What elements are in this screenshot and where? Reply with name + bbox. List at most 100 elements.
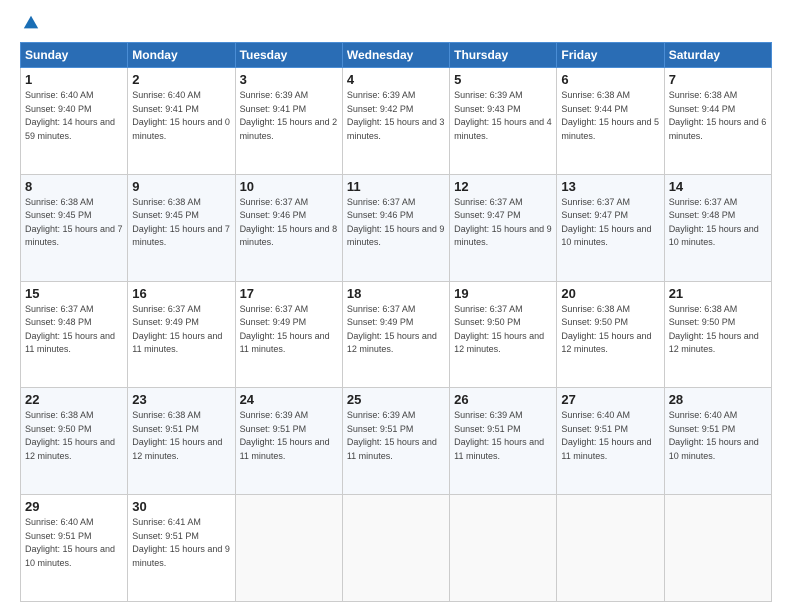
page: Sunday Monday Tuesday Wednesday Thursday… (0, 0, 792, 612)
day-info: Sunrise: 6:40 AMSunset: 9:41 PMDaylight:… (132, 90, 230, 141)
day-info: Sunrise: 6:37 AMSunset: 9:49 PMDaylight:… (132, 304, 222, 355)
day-number: 1 (25, 72, 123, 87)
day-number: 8 (25, 179, 123, 194)
day-info: Sunrise: 6:38 AMSunset: 9:44 PMDaylight:… (669, 90, 767, 141)
day-info: Sunrise: 6:37 AMSunset: 9:50 PMDaylight:… (454, 304, 544, 355)
table-row: 24 Sunrise: 6:39 AMSunset: 9:51 PMDaylig… (235, 388, 342, 495)
day-info: Sunrise: 6:39 AMSunset: 9:51 PMDaylight:… (454, 410, 544, 461)
day-number: 6 (561, 72, 659, 87)
calendar-week-row: 29 Sunrise: 6:40 AMSunset: 9:51 PMDaylig… (21, 495, 772, 602)
col-friday: Friday (557, 43, 664, 68)
table-row: 14 Sunrise: 6:37 AMSunset: 9:48 PMDaylig… (664, 174, 771, 281)
day-info: Sunrise: 6:37 AMSunset: 9:49 PMDaylight:… (347, 304, 437, 355)
table-row: 12 Sunrise: 6:37 AMSunset: 9:47 PMDaylig… (450, 174, 557, 281)
day-number: 5 (454, 72, 552, 87)
day-number: 3 (240, 72, 338, 87)
day-number: 23 (132, 392, 230, 407)
day-number: 25 (347, 392, 445, 407)
day-number: 28 (669, 392, 767, 407)
day-info: Sunrise: 6:38 AMSunset: 9:50 PMDaylight:… (669, 304, 759, 355)
empty-cell (450, 495, 557, 602)
day-number: 13 (561, 179, 659, 194)
table-row: 5 Sunrise: 6:39 AMSunset: 9:43 PMDayligh… (450, 68, 557, 175)
logo-icon (22, 14, 40, 32)
day-number: 11 (347, 179, 445, 194)
day-number: 9 (132, 179, 230, 194)
calendar-week-row: 15 Sunrise: 6:37 AMSunset: 9:48 PMDaylig… (21, 281, 772, 388)
day-info: Sunrise: 6:37 AMSunset: 9:48 PMDaylight:… (669, 197, 759, 248)
table-row: 28 Sunrise: 6:40 AMSunset: 9:51 PMDaylig… (664, 388, 771, 495)
table-row: 10 Sunrise: 6:37 AMSunset: 9:46 PMDaylig… (235, 174, 342, 281)
table-row: 20 Sunrise: 6:38 AMSunset: 9:50 PMDaylig… (557, 281, 664, 388)
day-info: Sunrise: 6:37 AMSunset: 9:47 PMDaylight:… (561, 197, 651, 248)
day-number: 30 (132, 499, 230, 514)
col-monday: Monday (128, 43, 235, 68)
empty-cell (235, 495, 342, 602)
day-info: Sunrise: 6:39 AMSunset: 9:51 PMDaylight:… (240, 410, 330, 461)
day-number: 18 (347, 286, 445, 301)
table-row: 11 Sunrise: 6:37 AMSunset: 9:46 PMDaylig… (342, 174, 449, 281)
col-saturday: Saturday (664, 43, 771, 68)
table-row: 4 Sunrise: 6:39 AMSunset: 9:42 PMDayligh… (342, 68, 449, 175)
day-number: 29 (25, 499, 123, 514)
day-number: 7 (669, 72, 767, 87)
table-row: 30 Sunrise: 6:41 AMSunset: 9:51 PMDaylig… (128, 495, 235, 602)
day-info: Sunrise: 6:40 AMSunset: 9:40 PMDaylight:… (25, 90, 115, 141)
table-row: 17 Sunrise: 6:37 AMSunset: 9:49 PMDaylig… (235, 281, 342, 388)
day-number: 26 (454, 392, 552, 407)
day-info: Sunrise: 6:38 AMSunset: 9:45 PMDaylight:… (132, 197, 230, 248)
day-info: Sunrise: 6:40 AMSunset: 9:51 PMDaylight:… (561, 410, 651, 461)
logo (20, 16, 40, 32)
col-sunday: Sunday (21, 43, 128, 68)
table-row: 7 Sunrise: 6:38 AMSunset: 9:44 PMDayligh… (664, 68, 771, 175)
header (20, 16, 772, 32)
day-info: Sunrise: 6:38 AMSunset: 9:45 PMDaylight:… (25, 197, 123, 248)
day-number: 17 (240, 286, 338, 301)
table-row: 26 Sunrise: 6:39 AMSunset: 9:51 PMDaylig… (450, 388, 557, 495)
day-number: 19 (454, 286, 552, 301)
table-row: 25 Sunrise: 6:39 AMSunset: 9:51 PMDaylig… (342, 388, 449, 495)
table-row: 27 Sunrise: 6:40 AMSunset: 9:51 PMDaylig… (557, 388, 664, 495)
day-number: 21 (669, 286, 767, 301)
table-row: 1 Sunrise: 6:40 AMSunset: 9:40 PMDayligh… (21, 68, 128, 175)
table-row: 21 Sunrise: 6:38 AMSunset: 9:50 PMDaylig… (664, 281, 771, 388)
day-info: Sunrise: 6:38 AMSunset: 9:44 PMDaylight:… (561, 90, 659, 141)
calendar-table: Sunday Monday Tuesday Wednesday Thursday… (20, 42, 772, 602)
day-info: Sunrise: 6:41 AMSunset: 9:51 PMDaylight:… (132, 517, 230, 568)
calendar-week-row: 1 Sunrise: 6:40 AMSunset: 9:40 PMDayligh… (21, 68, 772, 175)
table-row: 18 Sunrise: 6:37 AMSunset: 9:49 PMDaylig… (342, 281, 449, 388)
table-row: 9 Sunrise: 6:38 AMSunset: 9:45 PMDayligh… (128, 174, 235, 281)
day-number: 27 (561, 392, 659, 407)
day-number: 14 (669, 179, 767, 194)
table-row: 22 Sunrise: 6:38 AMSunset: 9:50 PMDaylig… (21, 388, 128, 495)
day-info: Sunrise: 6:39 AMSunset: 9:41 PMDaylight:… (240, 90, 338, 141)
day-number: 10 (240, 179, 338, 194)
day-info: Sunrise: 6:39 AMSunset: 9:51 PMDaylight:… (347, 410, 437, 461)
day-number: 20 (561, 286, 659, 301)
table-row: 23 Sunrise: 6:38 AMSunset: 9:51 PMDaylig… (128, 388, 235, 495)
day-number: 4 (347, 72, 445, 87)
empty-cell (664, 495, 771, 602)
empty-cell (342, 495, 449, 602)
table-row: 6 Sunrise: 6:38 AMSunset: 9:44 PMDayligh… (557, 68, 664, 175)
calendar-week-row: 8 Sunrise: 6:38 AMSunset: 9:45 PMDayligh… (21, 174, 772, 281)
day-info: Sunrise: 6:37 AMSunset: 9:48 PMDaylight:… (25, 304, 115, 355)
table-row: 29 Sunrise: 6:40 AMSunset: 9:51 PMDaylig… (21, 495, 128, 602)
day-info: Sunrise: 6:38 AMSunset: 9:50 PMDaylight:… (561, 304, 651, 355)
table-row: 2 Sunrise: 6:40 AMSunset: 9:41 PMDayligh… (128, 68, 235, 175)
day-number: 2 (132, 72, 230, 87)
day-info: Sunrise: 6:40 AMSunset: 9:51 PMDaylight:… (669, 410, 759, 461)
table-row: 3 Sunrise: 6:39 AMSunset: 9:41 PMDayligh… (235, 68, 342, 175)
day-info: Sunrise: 6:38 AMSunset: 9:51 PMDaylight:… (132, 410, 222, 461)
day-info: Sunrise: 6:38 AMSunset: 9:50 PMDaylight:… (25, 410, 115, 461)
col-thursday: Thursday (450, 43, 557, 68)
table-row: 16 Sunrise: 6:37 AMSunset: 9:49 PMDaylig… (128, 281, 235, 388)
col-wednesday: Wednesday (342, 43, 449, 68)
day-info: Sunrise: 6:39 AMSunset: 9:42 PMDaylight:… (347, 90, 445, 141)
day-number: 22 (25, 392, 123, 407)
day-info: Sunrise: 6:39 AMSunset: 9:43 PMDaylight:… (454, 90, 552, 141)
day-number: 12 (454, 179, 552, 194)
calendar-week-row: 22 Sunrise: 6:38 AMSunset: 9:50 PMDaylig… (21, 388, 772, 495)
day-number: 24 (240, 392, 338, 407)
day-info: Sunrise: 6:37 AMSunset: 9:49 PMDaylight:… (240, 304, 330, 355)
